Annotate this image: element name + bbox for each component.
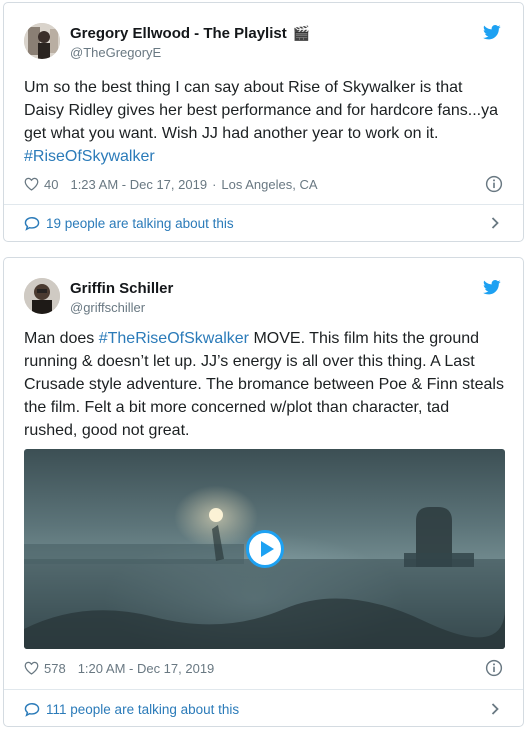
tweet-card[interactable]: Gregory Ellwood - The Playlist 🎬 @TheGre… (3, 2, 524, 242)
display-name[interactable]: Gregory Ellwood - The Playlist 🎬 (70, 25, 310, 42)
display-name[interactable]: Griffin Schiller (70, 280, 173, 297)
hashtag-link[interactable]: #TheRiseOfSkwalker (99, 330, 249, 347)
info-icon[interactable] (485, 659, 503, 677)
play-icon[interactable] (246, 530, 284, 568)
twitter-bird-icon[interactable] (483, 280, 501, 295)
clapperboard-emoji: 🎬 (292, 25, 311, 41)
tweet-text: Man does #TheRiseOfSkwalker MOVE. This f… (24, 327, 505, 442)
conversation-count[interactable]: 19 people are talking about this (46, 216, 234, 231)
tweet-text: Um so the best thing I can say about Ris… (24, 76, 505, 168)
like-count[interactable]: 578 (44, 661, 66, 676)
timestamp[interactable]: 1:20 AM - Dec 17, 2019 (78, 661, 215, 676)
like-count[interactable]: 40 (44, 177, 58, 192)
display-name-text: Griffin Schiller (70, 280, 174, 297)
avatar[interactable] (24, 278, 60, 314)
user-handle[interactable]: @griffschiller (70, 300, 173, 315)
tweet-text-body: Um so the best thing I can say about Ris… (24, 79, 499, 142)
heart-icon[interactable] (24, 177, 39, 191)
tweet-meta: 40 1:23 AM - Dec 17, 2019 · Los Angeles,… (24, 175, 503, 193)
tweet-text-body: Man does (24, 330, 99, 347)
tweet-card[interactable]: Griffin Schiller @griffschiller Man does… (3, 257, 524, 727)
tweet-header: Gregory Ellwood - The Playlist 🎬 @TheGre… (24, 23, 503, 63)
conversation-count[interactable]: 111 people are talking about this (46, 702, 239, 717)
user-names: Gregory Ellwood - The Playlist 🎬 @TheGre… (70, 25, 310, 60)
heart-icon[interactable] (24, 661, 39, 675)
meta-separator: · (212, 176, 217, 192)
user-handle[interactable]: @TheGregoryE (70, 45, 310, 60)
conversation-link[interactable]: 111 people are talking about this (24, 699, 503, 719)
tweet-header: Griffin Schiller @griffschiller (24, 278, 503, 318)
display-name-text: Gregory Ellwood - The Playlist (70, 25, 287, 42)
speech-bubble-icon (24, 702, 40, 717)
tweet-meta: 578 1:20 AM - Dec 17, 2019 (24, 659, 503, 677)
user-names: Griffin Schiller @griffschiller (70, 280, 173, 315)
twitter-bird-icon[interactable] (483, 25, 501, 40)
hashtag-link[interactable]: #RiseOfSkywalker (24, 148, 155, 165)
avatar[interactable] (24, 23, 60, 59)
conversation-link[interactable]: 19 people are talking about this (24, 213, 503, 233)
chevron-right-icon[interactable] (491, 703, 499, 715)
speech-bubble-icon (24, 216, 40, 231)
location[interactable]: Los Angeles, CA (221, 177, 317, 192)
divider (4, 689, 523, 690)
divider (4, 204, 523, 205)
video-thumbnail[interactable] (24, 449, 505, 649)
timestamp[interactable]: 1:23 AM - Dec 17, 2019 (70, 177, 207, 192)
info-icon[interactable] (485, 175, 503, 193)
chevron-right-icon[interactable] (491, 217, 499, 229)
